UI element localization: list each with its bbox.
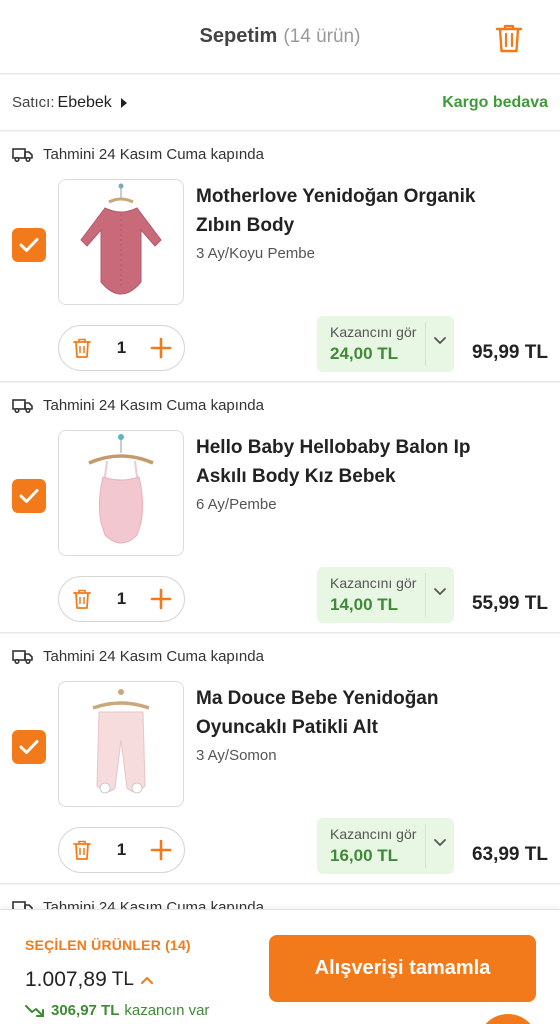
product-variant: 3 Ay/Koyu Pembe [196, 245, 315, 262]
item-checkbox[interactable] [12, 228, 46, 262]
plus-icon [150, 839, 172, 861]
chevron-down-icon [434, 337, 446, 345]
trash-icon [73, 589, 91, 609]
product-title[interactable]: Motherlove Yenidoğan Organik Zıbın Body [196, 182, 516, 240]
earnings-value: 14,00 TL [330, 595, 399, 614]
product-price: 63,99 TL [471, 844, 548, 865]
seller-bar: Satıcı: Ebebek Kargo bedava [0, 75, 560, 131]
delivery-text: Tahmini 24 Kasım Cuma kapında [43, 397, 264, 414]
checkout-bar: SEÇİLEN ÜRÜNLER (14) 1.007,89 TL 306,97 … [0, 909, 560, 1024]
truck-icon [12, 147, 33, 162]
cart-item: Tahmini 24 Kasım Cuma kapında Motherlove… [0, 132, 560, 382]
increase-quantity-button[interactable] [150, 839, 172, 861]
earnings-divider [425, 824, 426, 868]
truck-icon [12, 649, 33, 664]
check-icon [19, 238, 39, 252]
earnings-box[interactable]: Kazancını gör 16,00 TL [317, 818, 454, 874]
earnings-divider [425, 573, 426, 617]
increase-quantity-button[interactable] [150, 588, 172, 610]
product-variant: 3 Ay/Somon [196, 747, 277, 764]
product-image[interactable] [58, 179, 184, 305]
product-title[interactable]: Ma Douce Bebe Yenidoğan Oyuncaklı Patikl… [196, 684, 516, 742]
cart-title: Sepetim [199, 25, 278, 47]
savings-value: 306,97 TL [51, 1002, 120, 1019]
chevron-up-icon [140, 976, 153, 984]
earnings-value: 16,00 TL [330, 846, 399, 865]
earnings-divider [425, 322, 426, 366]
item-checkbox[interactable] [12, 730, 46, 764]
selected-items-label: SEÇİLEN ÜRÜNLER (14) [25, 937, 191, 953]
delivery-info: Tahmini 24 Kasım Cuma kapında [12, 146, 264, 163]
remove-item-button[interactable] [71, 839, 93, 861]
delivery-text: Tahmini 24 Kasım Cuma kapında [43, 648, 264, 665]
check-icon [19, 740, 39, 754]
chevron-down-icon [434, 588, 446, 596]
complete-purchase-button[interactable]: Alışverişi tamamla [269, 935, 536, 1002]
total-price[interactable]: 1.007,89 TL [25, 968, 154, 992]
remove-item-button[interactable] [71, 337, 93, 359]
check-icon [19, 489, 39, 503]
product-variant: 6 Ay/Pembe [196, 496, 277, 513]
seller-label: Satıcı: [12, 94, 55, 111]
product-price: 55,99 TL [471, 593, 548, 614]
earnings-value: 24,00 TL [330, 344, 399, 363]
increase-quantity-button[interactable] [150, 337, 172, 359]
bodysuit-image [80, 183, 162, 295]
seller-link[interactable]: Satıcı: Ebebek [12, 94, 127, 112]
top-bar: Sepetim (14 ürün) [0, 0, 560, 74]
earnings-label: Kazancını gör [330, 575, 417, 591]
quantity-stepper: 1 [58, 325, 185, 371]
chevron-down-icon [434, 839, 446, 847]
delivery-text: Tahmini 24 Kasım Cuma kapında [43, 146, 264, 163]
quantity-value: 1 [116, 589, 127, 608]
plus-icon [150, 588, 172, 610]
earnings-label: Kazancını gör [330, 324, 417, 340]
earnings-label: Kazancını gör [330, 826, 417, 842]
floating-action-button[interactable] [478, 1014, 538, 1024]
pants-image [92, 689, 150, 794]
total-currency: TL [111, 969, 134, 990]
product-price: 95,99 TL [471, 342, 548, 363]
quantity-value: 1 [116, 840, 127, 859]
free-shipping-label: Kargo bedava [442, 93, 548, 111]
item-checkbox[interactable] [12, 479, 46, 513]
truck-icon [12, 398, 33, 413]
trash-icon[interactable] [494, 22, 524, 54]
savings-text: kazancın var [124, 1002, 210, 1019]
plus-icon [150, 337, 172, 359]
earnings-box[interactable]: Kazancını gör 14,00 TL [317, 567, 454, 623]
chevron-right-icon [120, 97, 127, 108]
remove-item-button[interactable] [71, 588, 93, 610]
cart-count: (14 ürün) [283, 26, 361, 47]
quantity-value: 1 [116, 338, 127, 357]
total-value: 1.007,89 [25, 968, 107, 991]
quantity-stepper: 1 [58, 576, 185, 622]
earnings-box[interactable]: Kazancını gör 24,00 TL [317, 316, 454, 372]
savings-info: 306,97 TL kazancın var [25, 1002, 209, 1019]
delivery-info: Tahmini 24 Kasım Cuma kapında [12, 648, 264, 665]
bodysuit-image [88, 434, 154, 544]
delivery-info: Tahmini 24 Kasım Cuma kapında [12, 397, 264, 414]
product-title[interactable]: Hello Baby Hellobaby Balon Ip Askılı Bod… [196, 433, 516, 491]
quantity-stepper: 1 [58, 827, 185, 873]
product-image[interactable] [58, 430, 184, 556]
trash-icon [73, 338, 91, 358]
cart-item: Tahmini 24 Kasım Cuma kapında Hello Baby… [0, 383, 560, 633]
trend-down-icon [25, 1004, 44, 1017]
trash-icon [73, 840, 91, 860]
page-title: Sepetim (14 ürün) [200, 25, 361, 48]
cart-item: Tahmini 24 Kasım Cuma kapında Ma Douce B… [0, 634, 560, 884]
seller-name: Ebebek [57, 93, 112, 111]
product-image[interactable] [58, 681, 184, 807]
